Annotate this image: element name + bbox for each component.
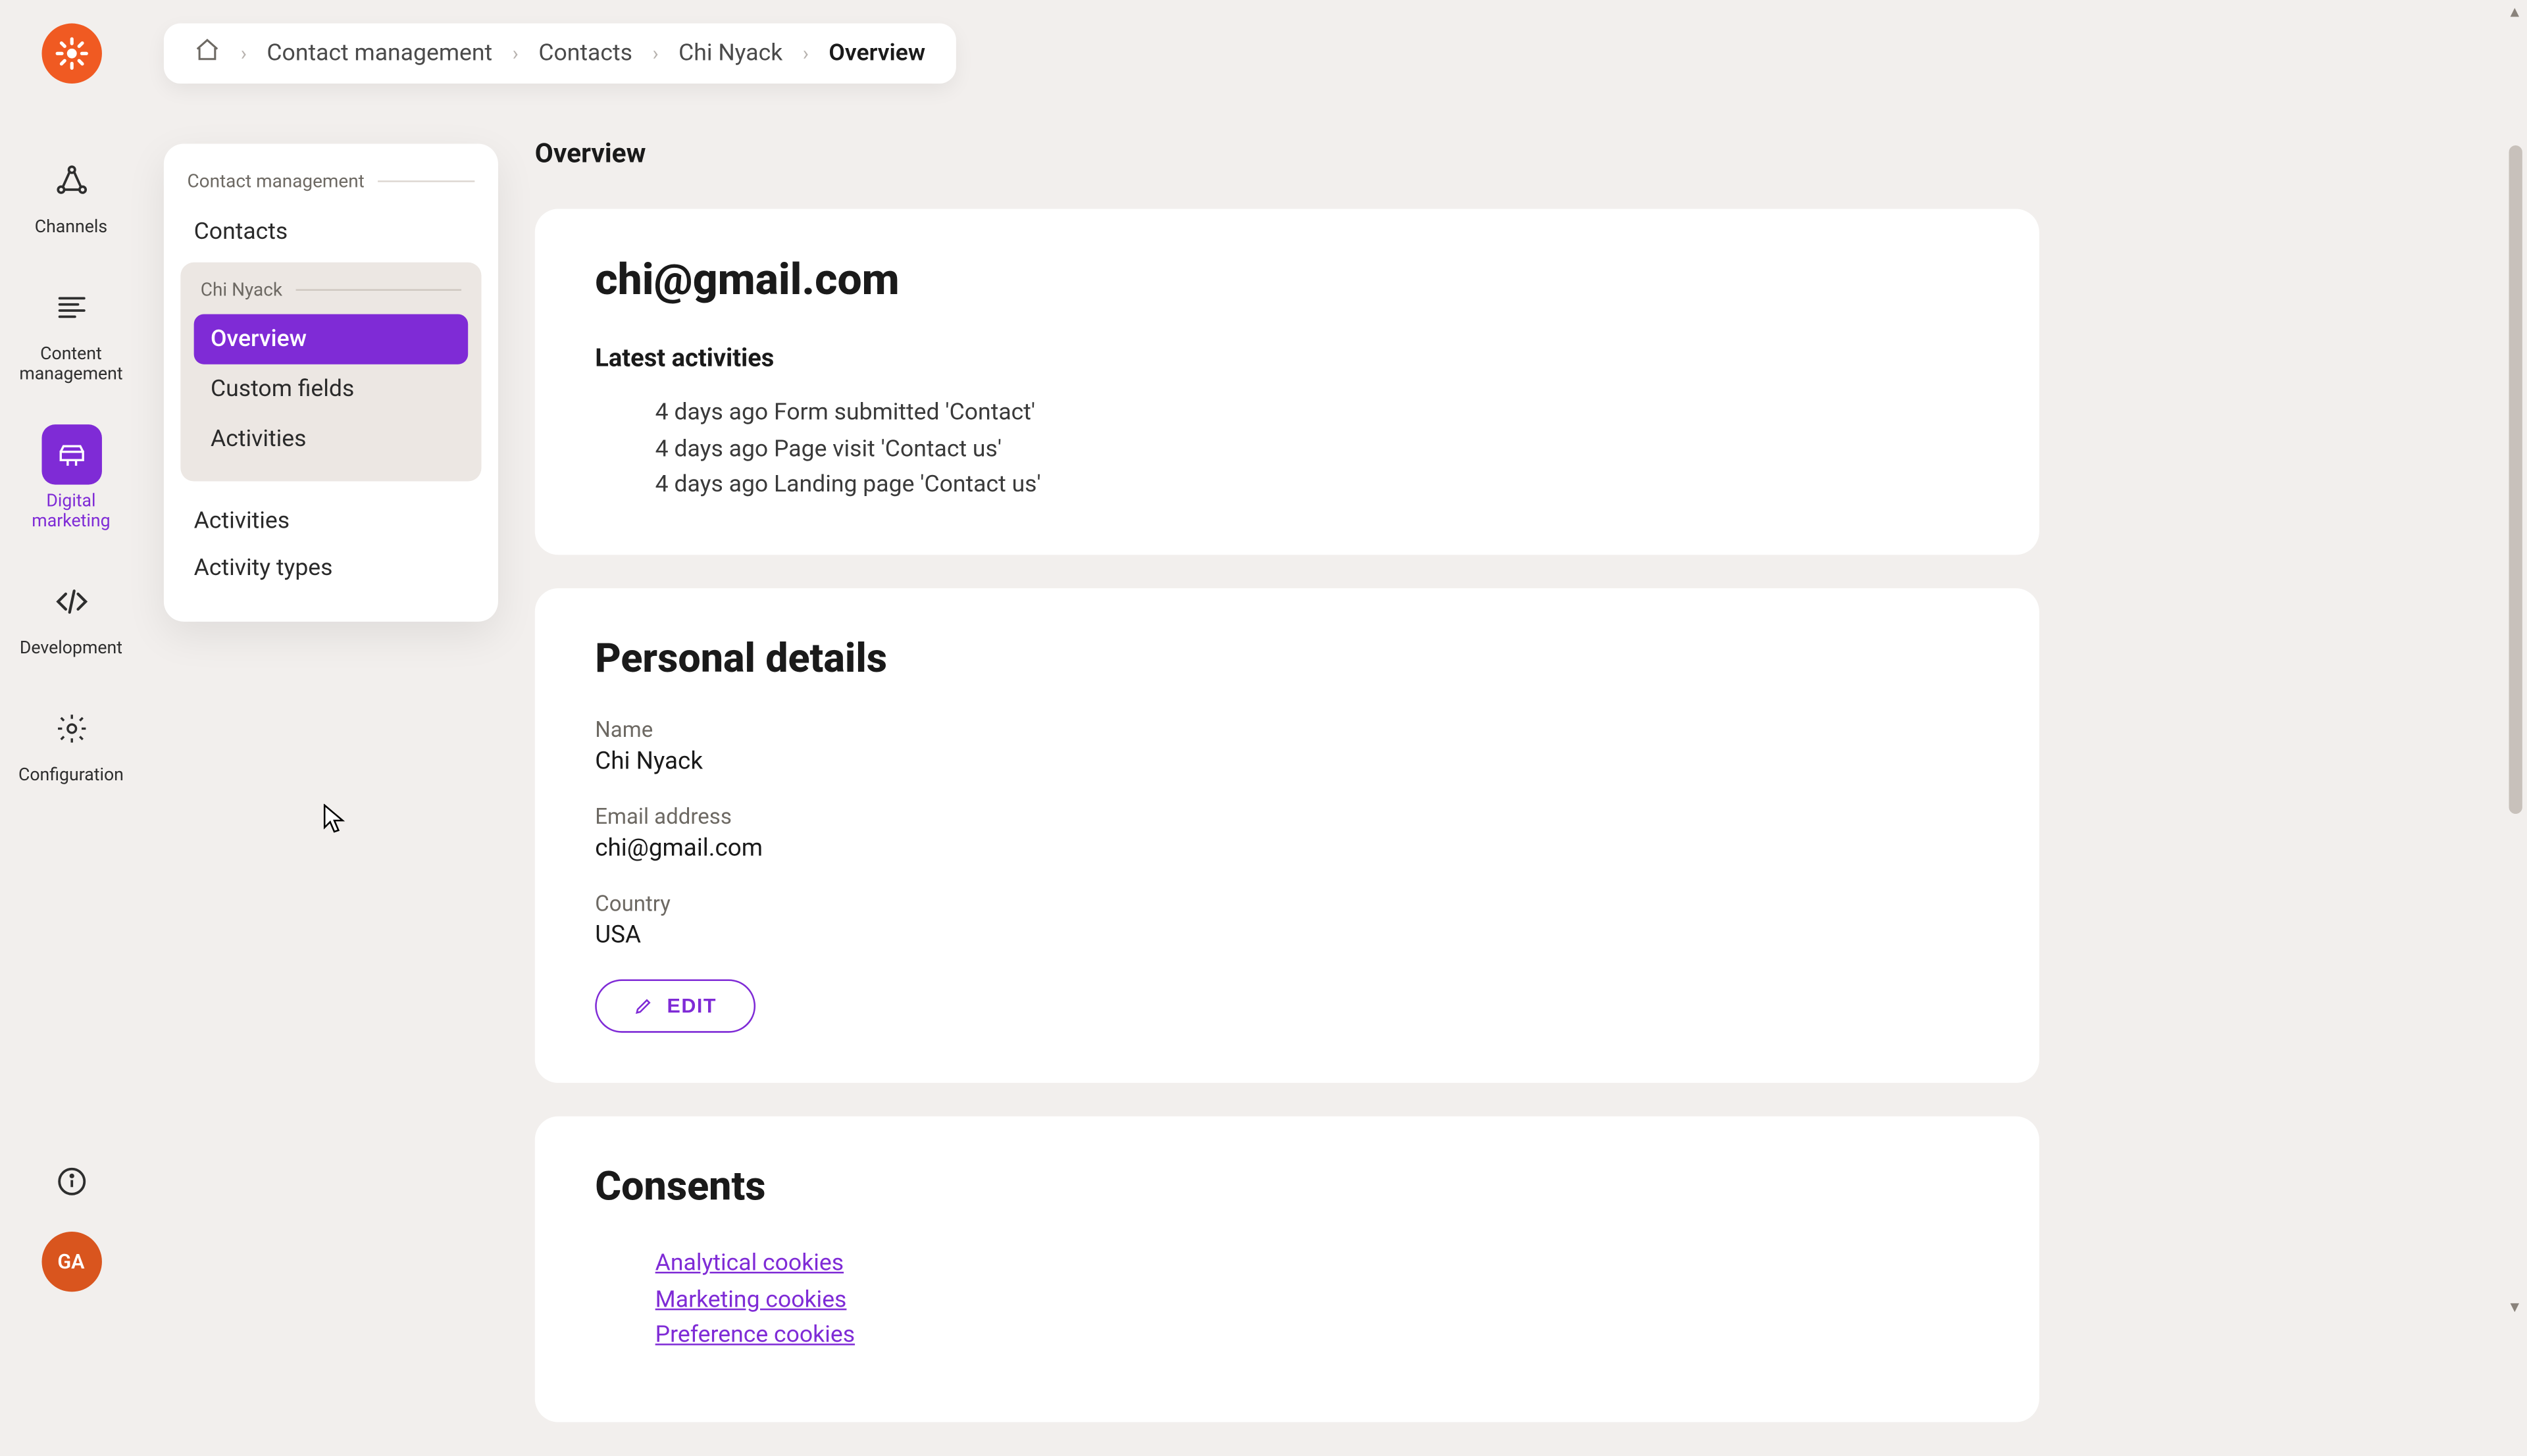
detail-value: USA — [595, 921, 1979, 949]
rail-label: Content management — [13, 344, 130, 384]
detail-country: Country USA — [595, 893, 1979, 949]
pencil-icon — [634, 996, 653, 1016]
content-management-icon — [41, 278, 101, 338]
local-nav: Contact management Contacts Chi Nyack Ov… — [164, 143, 498, 621]
consent-list: Analytical cookies Marketing cookies Pre… — [595, 1247, 1979, 1355]
digital-marketing-icon — [41, 425, 101, 485]
rail-label: Channels — [35, 217, 107, 238]
home-icon[interactable] — [194, 37, 221, 70]
local-nav-activity-types[interactable]: Activity types — [180, 545, 481, 591]
rail-item-content-management[interactable]: Content management — [13, 278, 130, 385]
detail-value: Chi Nyack — [595, 747, 1979, 776]
local-nav-header-label: Contact management — [187, 170, 364, 192]
page-title: Overview — [535, 137, 2039, 168]
consents-card: Consents Analytical cookies Marketing co… — [535, 1117, 2039, 1422]
breadcrumb-item[interactable]: Chi Nyack — [678, 40, 782, 67]
breadcrumb-item[interactable]: Contacts — [538, 40, 632, 67]
main-content: Overview chi@gmail.com Latest activities… — [535, 137, 2039, 1455]
breadcrumb: › Contact management › Contacts › Chi Ny… — [164, 24, 956, 84]
detail-label: Name — [595, 718, 1979, 743]
icon-rail: Channels Content management — [0, 0, 142, 1315]
chevron-right-icon: › — [803, 42, 809, 66]
breadcrumb-item[interactable]: Contact management — [267, 40, 492, 67]
brand-logo[interactable] — [41, 24, 101, 84]
divider — [295, 289, 461, 291]
rail-label: Digital marketing — [13, 491, 130, 532]
detail-label: Email address — [595, 805, 1979, 830]
activity-item: 4 days ago Page visit 'Contact us' — [655, 432, 1979, 468]
vertical-scrollbar[interactable]: ▲ ▼ — [2501, 0, 2527, 1315]
rail-item-digital-marketing[interactable]: Digital marketing — [13, 425, 130, 532]
detail-email: Email address chi@gmail.com — [595, 805, 1979, 862]
scroll-up-icon[interactable]: ▲ — [2507, 3, 2520, 16]
info-icon[interactable] — [55, 1165, 88, 1198]
rail-label: Development — [20, 639, 122, 659]
chevron-right-icon: › — [652, 42, 658, 66]
local-nav-activities[interactable]: Activities — [180, 498, 481, 545]
scrollbar-thumb[interactable] — [2509, 145, 2522, 814]
local-nav-header: Contact management — [180, 170, 481, 209]
rail-item-development[interactable]: Development — [13, 572, 130, 659]
rail-label: Configuration — [18, 766, 124, 786]
detail-label: Country — [595, 893, 1979, 918]
consent-link[interactable]: Preference cookies — [655, 1319, 1979, 1355]
divider — [378, 180, 474, 182]
consents-heading: Consents — [595, 1163, 1979, 1210]
consent-link[interactable]: Analytical cookies — [655, 1247, 1979, 1283]
chevron-right-icon: › — [513, 42, 519, 66]
chevron-right-icon: › — [241, 42, 247, 66]
local-nav-contacts[interactable]: Contacts — [180, 209, 481, 256]
brand-sun-icon — [53, 35, 89, 72]
local-nav-sub-header: Chi Nyack — [194, 279, 469, 314]
latest-activities-heading: Latest activities — [595, 343, 1979, 373]
local-nav-sub-overview[interactable]: Overview — [194, 314, 469, 364]
edit-button[interactable]: EDIT — [595, 980, 755, 1033]
contact-email-heading: chi@gmail.com — [595, 256, 1979, 306]
activity-item: 4 days ago Form submitted 'Contact' — [655, 396, 1979, 432]
user-avatar[interactable]: GA — [41, 1232, 101, 1292]
cursor-icon — [322, 804, 346, 838]
local-nav-sub-panel: Chi Nyack Overview Custom fields Activit… — [180, 263, 481, 482]
scroll-down-icon[interactable]: ▼ — [2507, 1299, 2520, 1312]
rail-item-channels[interactable]: Channels — [13, 151, 130, 238]
channels-icon — [41, 151, 101, 211]
local-nav-sub-custom-fields[interactable]: Custom fields — [194, 364, 469, 414]
overview-card: chi@gmail.com Latest activities 4 days a… — [535, 209, 2039, 555]
breadcrumb-item-current: Overview — [829, 40, 925, 67]
activity-list: 4 days ago Form submitted 'Contact' 4 da… — [595, 396, 1979, 505]
rail-item-configuration[interactable]: Configuration — [13, 699, 130, 786]
edit-button-label: EDIT — [667, 994, 717, 1018]
configuration-icon — [41, 699, 101, 759]
personal-details-heading: Personal details — [595, 635, 1979, 682]
consent-link[interactable]: Marketing cookies — [655, 1283, 1979, 1319]
development-icon — [41, 572, 101, 632]
activity-item: 4 days ago Landing page 'Contact us' — [655, 468, 1979, 505]
personal-details-card: Personal details Name Chi Nyack Email ad… — [535, 588, 2039, 1083]
local-nav-sub-activities[interactable]: Activities — [194, 414, 469, 464]
local-nav-sub-header-label: Chi Nyack — [201, 279, 282, 301]
detail-value: chi@gmail.com — [595, 834, 1979, 863]
detail-name: Name Chi Nyack — [595, 718, 1979, 775]
